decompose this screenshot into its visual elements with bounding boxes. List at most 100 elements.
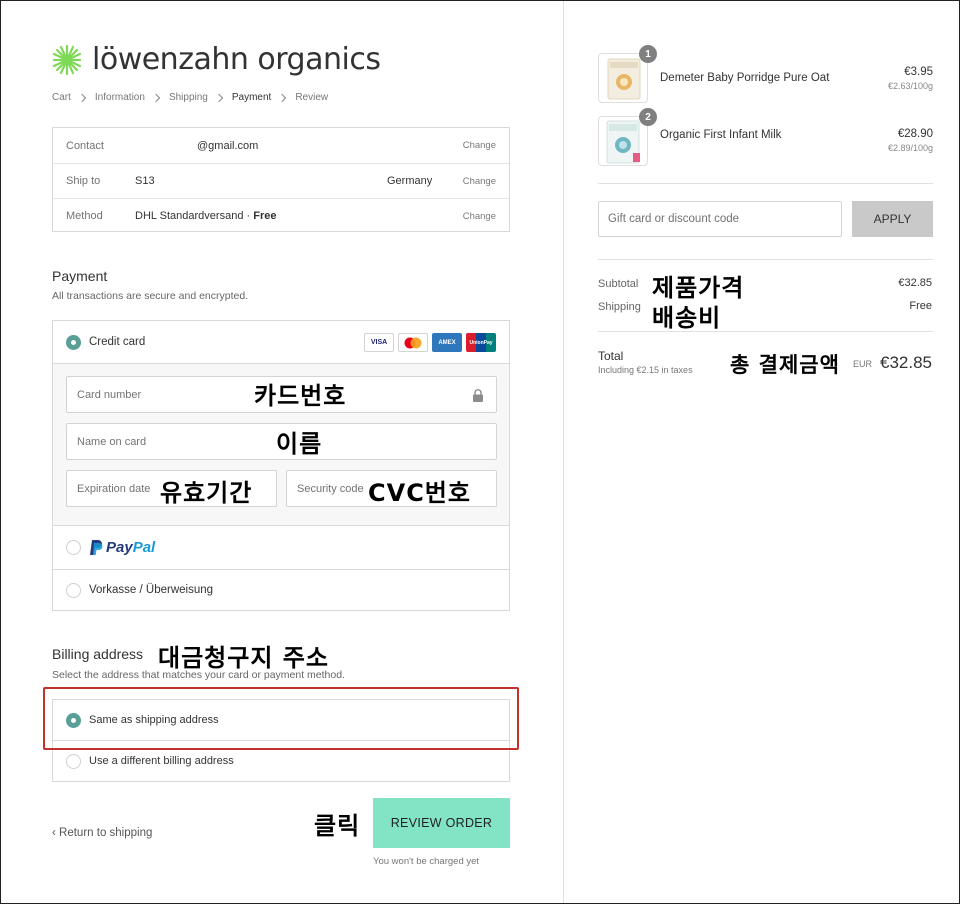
lock-icon [473, 389, 483, 402]
paypal-p-icon [90, 540, 103, 555]
currency-code: EUR [853, 359, 873, 369]
apply-button[interactable]: APPLY [852, 201, 933, 237]
paypal-pal-text: Pal [132, 539, 156, 556]
annotation-expiry: 유효기간 [160, 479, 253, 507]
order-item: 2 Organic First Infant Milk €28.90 €2.89… [598, 108, 933, 168]
payment-option-vorkasse[interactable]: Vorkasse / Überweisung [53, 570, 509, 612]
breadcrumb-shipping[interactable]: Shipping [169, 92, 208, 103]
annotation-click: 클릭 [314, 812, 361, 840]
review-order-button[interactable]: REVIEW ORDER [373, 798, 510, 848]
shipping-label: Shipping [598, 301, 641, 313]
change-contact-link[interactable]: Change [463, 140, 496, 151]
name-on-card-placeholder: Name on card [77, 436, 147, 448]
item-unit-price: €2.89/100g [887, 143, 933, 153]
quantity-badge: 1 [639, 45, 657, 63]
brand-logo[interactable]: löwenzahn organics [52, 42, 381, 77]
return-to-shipping-link[interactable]: ‹ Return to shipping [52, 827, 152, 839]
item-price: €28.90 [897, 128, 933, 140]
item-name: Demeter Baby Porridge Pure Oat [660, 72, 830, 84]
method-label: Method [66, 210, 103, 222]
breadcrumb-information[interactable]: Information [95, 92, 145, 103]
subtotal-label: Subtotal [598, 278, 639, 290]
ship-to-value: S13 [135, 175, 155, 187]
item-unit-price: €2.63/100g [887, 81, 933, 91]
porridge-image [607, 58, 641, 100]
annotation-billing: 대금청구지 주소 [158, 644, 329, 672]
payment-option-paypal[interactable]: PayPal [53, 526, 509, 570]
shipping-value: Free [909, 300, 932, 312]
divider [598, 183, 933, 184]
card-brands: VISA AMEX UnionPay [364, 333, 496, 352]
item-price: €3.95 [904, 66, 933, 78]
method-name: DHL Standardversand · [135, 210, 254, 222]
product-image [598, 116, 648, 166]
column-divider [563, 1, 564, 903]
different-address-label: Use a different billing address [89, 755, 234, 767]
review-row-ship-to: Ship to S13 Germany Change [53, 163, 509, 198]
vorkasse-label: Vorkasse / Überweisung [89, 584, 214, 596]
highlight-box [43, 687, 519, 750]
product-image [598, 53, 648, 103]
ship-to-label: Ship to [66, 175, 101, 187]
return-label: Return to shipping [59, 827, 153, 839]
tax-note: Including €2.15 in taxes [598, 365, 693, 375]
payment-subtitle: All transactions are secure and encrypte… [52, 290, 249, 302]
annotation-shipping: 배송비 [652, 304, 722, 332]
paypal-radio[interactable] [66, 540, 81, 555]
payment-methods: Credit card VISA AMEX UnionPay Card numb… [52, 320, 510, 611]
charged-note: You won't be charged yet [373, 856, 480, 867]
amex-text: AMEX [438, 339, 456, 346]
total-value: €32.85 [880, 353, 932, 372]
infant-milk-image [606, 120, 640, 164]
chevron-right-icon [214, 93, 224, 102]
paypal-wordmark: PayPal [106, 539, 155, 556]
change-method-link[interactable]: Change [463, 211, 496, 222]
order-item: 1 Demeter Baby Porridge Pure Oat €3.95 €… [598, 45, 933, 105]
review-row-method: Method DHL Standardversand · Free Change [53, 198, 509, 233]
breadcrumb-cart[interactable]: Cart [52, 92, 71, 103]
security-code-placeholder: Security code [297, 483, 364, 495]
checkout-review-block: Contact @gmail.com Change Ship to S13 Ge… [52, 127, 510, 232]
method-value: DHL Standardversand · Free [135, 210, 276, 222]
visa-icon: VISA [364, 333, 394, 352]
change-ship-to-link[interactable]: Change [463, 176, 496, 187]
different-address-radio[interactable] [66, 754, 81, 769]
paypal-pay-text: Pay [106, 539, 133, 556]
billing-title: Billing address [52, 646, 144, 662]
unionpay-text: UnionPay [469, 339, 493, 346]
breadcrumb: Cart Information Shipping Payment Review [52, 92, 328, 103]
mastercard-circles [404, 337, 422, 348]
payment-title: Payment [52, 268, 108, 284]
dandelion-icon [52, 44, 82, 75]
ship-to-country: Germany [387, 175, 433, 187]
annotation-total: 총 결제금액 [730, 353, 840, 377]
item-name: Organic First Infant Milk [660, 129, 782, 141]
divider [598, 259, 933, 260]
divider [598, 331, 933, 332]
total-label: Total [598, 349, 624, 363]
expiration-date-placeholder: Expiration date [77, 483, 151, 495]
review-row-contact: Contact @gmail.com Change [53, 128, 509, 163]
quantity-badge: 2 [639, 108, 657, 126]
method-price: Free [253, 210, 277, 222]
chevron-right-icon [77, 93, 87, 102]
mastercard-icon [398, 333, 428, 352]
payment-option-credit-card[interactable]: Credit card VISA AMEX UnionPay [53, 321, 509, 364]
vorkasse-radio[interactable] [66, 583, 81, 598]
annotation-name: 이름 [276, 430, 323, 458]
amex-icon: AMEX [432, 333, 462, 352]
card-number-placeholder: Card number [77, 389, 142, 401]
gift-card-input[interactable] [598, 201, 842, 237]
credit-card-radio[interactable] [66, 335, 81, 350]
contact-value: @gmail.com [197, 139, 259, 152]
annotation-cvc: CVC번호 [368, 479, 471, 507]
contact-label: Contact [66, 139, 104, 152]
breadcrumb-payment: Payment [231, 92, 272, 103]
paypal-logo: PayPal [89, 539, 155, 556]
visa-text: VISA [370, 339, 388, 346]
credit-card-label: Credit card [89, 336, 146, 348]
brand-name: löwenzahn organics [92, 42, 381, 77]
chevron-right-icon [151, 93, 161, 102]
subtotal-value: €32.85 [898, 277, 932, 289]
unionpay-icon: UnionPay [466, 333, 496, 352]
